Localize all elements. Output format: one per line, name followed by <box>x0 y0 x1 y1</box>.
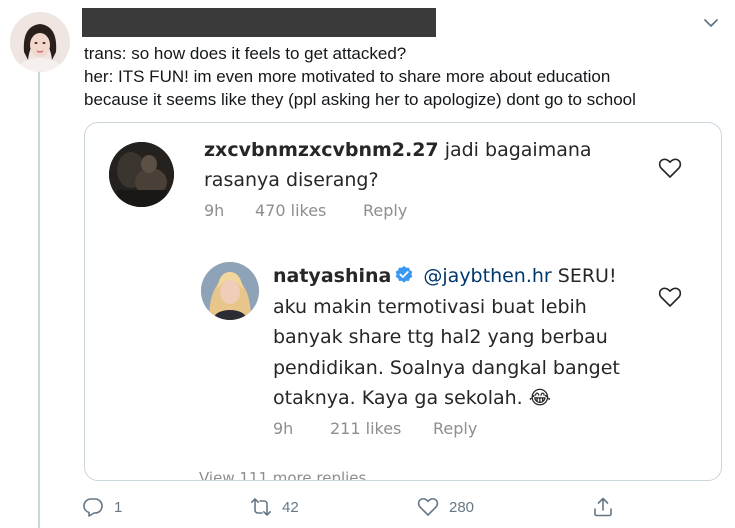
reply-body: pendidikan. Soalnya dangkal banget <box>273 356 620 379</box>
tweet: trans: so how does it feels to get attac… <box>0 0 735 528</box>
reply-icon <box>83 498 103 517</box>
reply-action[interactable]: 1 <box>82 494 122 520</box>
comment-age: 9h <box>204 201 225 220</box>
share-action[interactable] <box>592 494 614 520</box>
redacted-author-name <box>82 8 436 37</box>
author-avatar[interactable] <box>10 12 70 72</box>
comment-likes[interactable]: 470 likes <box>255 201 326 220</box>
heart-icon[interactable] <box>658 286 682 308</box>
reply-age: 9h <box>273 419 294 438</box>
retweet-action[interactable]: 42 <box>250 494 299 520</box>
reply-body: SERU! <box>557 265 617 287</box>
commenter-avatar <box>201 262 259 320</box>
reply-body: otaknya. Kaya ga sekolah. <box>273 387 523 409</box>
verified-badge-icon <box>396 266 413 283</box>
reply-mention[interactable]: @jaybthen.hr <box>423 265 551 287</box>
reply-body: aku makin termotivasi buat lebih <box>273 295 587 318</box>
like-action[interactable]: 280 <box>417 494 474 520</box>
embedded-screenshot[interactable]: zxcvbnmzxcvbnm2.27 jadi bagaimana rasany… <box>84 122 722 481</box>
comment-body: rasanya diserang? <box>204 169 379 191</box>
heart-icon <box>417 497 439 516</box>
thread-line <box>38 72 40 528</box>
laughing-emoji: 😂 <box>528 387 551 409</box>
comment-username[interactable]: zxcvbnmzxcvbnm2.27 <box>204 139 439 161</box>
share-icon <box>594 497 612 517</box>
reply-username[interactable]: natyashina <box>273 265 391 287</box>
chevron-down-icon[interactable] <box>700 12 722 34</box>
comment-body: jadi bagaimana <box>444 139 592 161</box>
reply-likes[interactable]: 211 likes <box>330 419 401 438</box>
retweet-count: 42 <box>282 498 299 516</box>
commenter-avatar <box>109 142 174 207</box>
tweet-text: trans: so how does it feels to get attac… <box>84 42 724 111</box>
retweet-icon <box>251 498 271 516</box>
tweet-actions: 1 42 280 <box>0 494 735 520</box>
heart-icon[interactable] <box>658 157 682 179</box>
view-more-replies-link[interactable]: View 111 more replies <box>199 469 366 480</box>
reply-reply-button[interactable]: Reply <box>433 419 477 438</box>
reply-text: natyashina @jaybthen.hr SERU! aku makin … <box>273 261 663 414</box>
comment-text: zxcvbnmzxcvbnm2.27 jadi bagaimana rasany… <box>204 135 634 195</box>
reply-count: 1 <box>114 498 123 516</box>
like-count: 280 <box>449 498 475 516</box>
tweet-text-line: her: ITS FUN! im even more motivated to … <box>84 67 611 86</box>
tweet-text-line: trans: so how does it feels to get attac… <box>84 44 407 63</box>
tweet-text-line: because it seems like they (ppl asking h… <box>84 90 636 109</box>
comment-reply-button[interactable]: Reply <box>363 201 407 220</box>
reply-body: banyak share ttg hal2 yang berbau <box>273 326 608 348</box>
